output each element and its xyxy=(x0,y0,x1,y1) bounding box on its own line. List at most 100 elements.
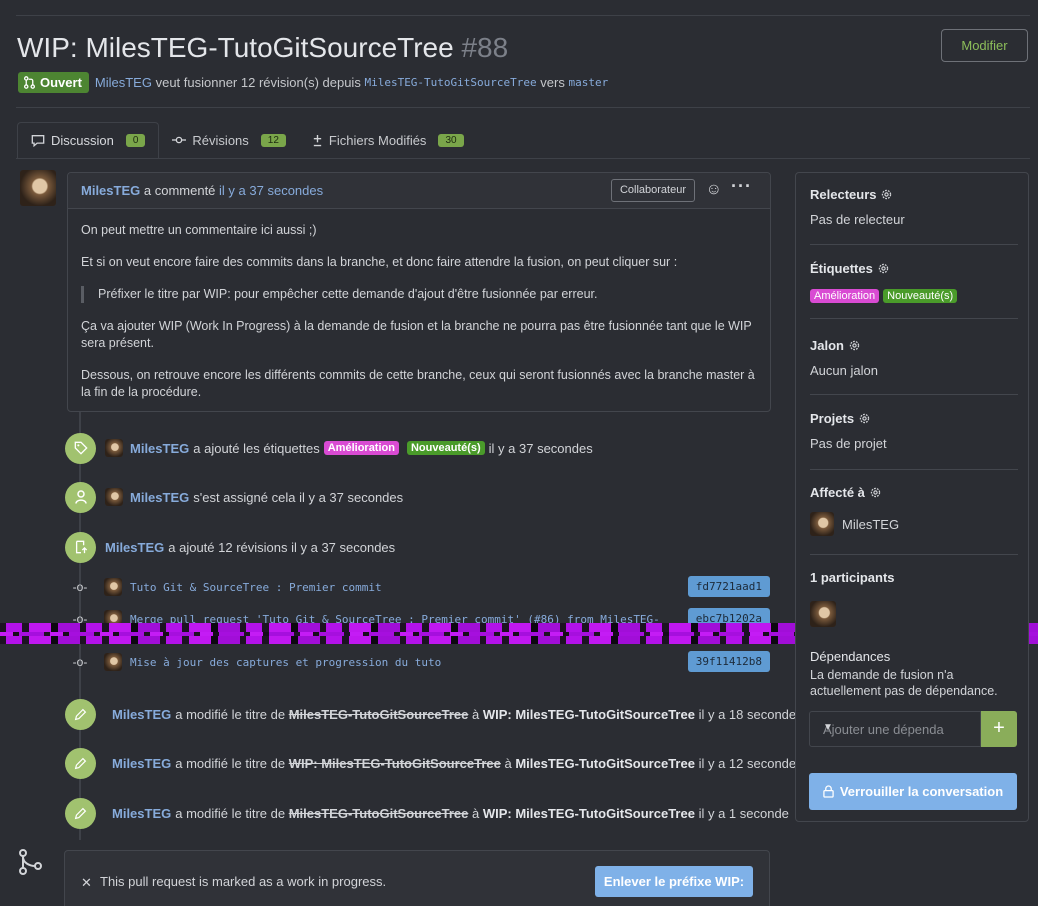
edit-button[interactable]: Modifier xyxy=(941,29,1028,62)
event-author[interactable]: MilesTEG xyxy=(112,756,171,771)
sidebar-heading: Relecteurs xyxy=(810,187,877,202)
commit-sha[interactable]: 39f11412b8 xyxy=(687,651,770,672)
tab-discussion[interactable]: Discussion 0 xyxy=(17,122,160,159)
sidebar-divider xyxy=(810,318,1018,319)
label-amelioration[interactable]: Amélioration xyxy=(323,441,399,455)
sidebar-reviewers: Relecteurs Pas de relecteur xyxy=(810,187,1018,227)
tab-label: Fichiers Modifiés xyxy=(328,132,427,148)
event-text: a modifié le titre de xyxy=(175,755,286,771)
assignee-name[interactable]: MilesTEG xyxy=(842,517,899,532)
caret-down-icon: ▼ xyxy=(823,722,833,733)
gear-icon[interactable] xyxy=(877,262,890,275)
avatar[interactable] xyxy=(105,488,123,506)
add-dependency-button[interactable]: + xyxy=(981,711,1017,747)
target-branch[interactable]: master xyxy=(568,76,608,89)
commit-message[interactable]: Mise à jour des captures et progression … xyxy=(130,656,441,669)
gear-icon[interactable] xyxy=(880,188,893,201)
pr-meta: Ouvert MilesTEG veut fusionner 12 révisi… xyxy=(18,71,608,93)
commit-sha[interactable]: fd7721aad1 xyxy=(687,576,770,597)
avatar[interactable] xyxy=(810,512,834,536)
new-title: WIP: MilesTEG-TutoGitSourceTree xyxy=(482,706,695,722)
merge-icon xyxy=(19,849,42,875)
event-author[interactable]: MilesTEG xyxy=(112,806,171,821)
event-to: à xyxy=(504,755,512,771)
timeline-event-rename: MilesTEG a modifié le titre de MilesTEG-… xyxy=(65,698,803,730)
timeline-event-commits: MilesTEG a ajouté 12 révisions il y a 37… xyxy=(65,531,775,563)
old-title: WIP: MilesTEG-TutoGitSourceTree xyxy=(288,755,501,771)
tab-files[interactable]: Fichiers Modifiés 30 xyxy=(299,122,477,158)
avatar[interactable] xyxy=(810,601,836,627)
commit-row: -o- Mise à jour des captures et progress… xyxy=(70,651,770,673)
sidebar-projects: Projets Pas de projet xyxy=(810,411,1018,451)
commit-dot-icon: -o- xyxy=(72,655,88,669)
tag-icon xyxy=(65,432,96,464)
role-badge: Collaborateur xyxy=(610,179,695,202)
event-text: a ajouté 12 révisions il y a 37 secondes xyxy=(168,539,396,555)
comment-paragraph: On peut mettre un commentaire ici aussi … xyxy=(81,223,317,237)
wip-notice: ✕ This pull request is marked as a work … xyxy=(64,850,770,906)
sidebar-heading: Étiquettes xyxy=(810,261,873,276)
event-time: il y a 37 secondes xyxy=(488,440,593,456)
header-divider xyxy=(16,107,1030,108)
sidebar-heading: 1 participants xyxy=(810,570,895,585)
tab-revisions[interactable]: Révisions 12 xyxy=(159,122,298,158)
person-icon xyxy=(65,481,96,513)
pull-request-icon xyxy=(23,75,36,89)
event-author[interactable]: MilesTEG xyxy=(112,707,171,722)
pencil-icon xyxy=(65,747,96,779)
lock-conversation-button[interactable]: Verrouiller la conversation xyxy=(809,773,1017,810)
avatar[interactable] xyxy=(105,439,123,457)
sidebar-heading: Dépendances xyxy=(810,649,891,664)
timeline-event-rename: MilesTEG a modifié le titre de WIP: Mile… xyxy=(65,747,803,779)
comment-author[interactable]: MilesTEG xyxy=(81,183,140,198)
commit-dot-icon: -o- xyxy=(72,580,88,594)
old-title: MilesTEG-TutoGitSourceTree xyxy=(288,706,469,722)
event-to: à xyxy=(471,805,480,821)
label-nouveaute[interactable]: Nouveauté(s) xyxy=(883,289,958,303)
commit-message[interactable]: Tuto Git & SourceTree : Premier commit xyxy=(130,581,382,594)
sidebar-value: Pas de projet xyxy=(810,436,887,451)
avatar[interactable] xyxy=(20,170,56,206)
sidebar-heading: Jalon xyxy=(810,338,844,353)
source-branch[interactable]: MilesTEG-TutoGitSourceTree xyxy=(364,76,536,89)
event-author[interactable]: MilesTEG xyxy=(105,540,164,555)
sidebar-divider xyxy=(810,554,1018,555)
remove-wip-button[interactable]: Enlever le préfixe WIP: xyxy=(595,866,753,897)
avatar[interactable] xyxy=(104,578,122,596)
close-icon: ✕ xyxy=(81,875,92,890)
label-amelioration[interactable]: Amélioration xyxy=(810,289,880,303)
timeline-event-assign: MilesTEG s'est assigné cela il y a 37 se… xyxy=(65,481,775,513)
label-nouveaute[interactable]: Nouveauté(s) xyxy=(406,441,485,455)
more-options-icon[interactable]: ··· xyxy=(731,176,752,197)
pr-tabs: Discussion 0 Révisions 12 Fichiers Modif… xyxy=(17,122,477,159)
gear-icon[interactable] xyxy=(869,486,882,499)
sidebar-dependencies: Dépendances La demande de fusion n'a act… xyxy=(810,649,1018,699)
sidebar-heading: Affecté à xyxy=(810,485,865,500)
dependency-select[interactable]: Ajouter une dépenda ▼ xyxy=(809,711,981,747)
top-divider xyxy=(16,15,1030,16)
tab-count: 30 xyxy=(438,133,464,147)
event-text: a modifié le titre de xyxy=(175,805,286,821)
comment-paragraph: Et si on veut encore faire des commits d… xyxy=(81,255,678,269)
gear-icon[interactable] xyxy=(858,412,871,425)
sidebar-value: La demande de fusion n'a actuellement pa… xyxy=(810,668,998,698)
timeline-event-rename: MilesTEG a modifié le titre de MilesTEG-… xyxy=(65,797,789,829)
event-time: il y a 12 secondes xyxy=(698,755,803,771)
event-author[interactable]: MilesTEG xyxy=(130,441,189,456)
comment-action: a commenté xyxy=(143,183,216,198)
new-title: MilesTEG-TutoGitSourceTree xyxy=(515,755,695,771)
pr-header: WIP: MilesTEG-TutoGitSourceTree #88 Modi… xyxy=(17,29,1030,70)
commit-row: -o- Tuto Git & SourceTree : Premier comm… xyxy=(70,576,770,598)
event-author[interactable]: MilesTEG xyxy=(130,490,189,505)
event-text: a modifié le titre de xyxy=(175,706,286,722)
meta-text-1: veut fusionner 12 révision(s) depuis xyxy=(155,74,361,90)
comment-time[interactable]: il y a 37 secondes xyxy=(219,183,323,198)
sidebar-participants: 1 participants xyxy=(810,570,1018,630)
sidebar-heading: Projets xyxy=(810,411,855,426)
gear-icon[interactable] xyxy=(848,339,861,352)
pr-author-link[interactable]: MilesTEG xyxy=(95,75,152,90)
avatar[interactable] xyxy=(104,653,122,671)
event-text: s'est assigné cela il y a 37 secondes xyxy=(193,489,404,505)
pr-title-text: WIP: MilesTEG-TutoGitSourceTree xyxy=(17,32,454,63)
reaction-icon[interactable]: ☺ xyxy=(706,181,722,199)
